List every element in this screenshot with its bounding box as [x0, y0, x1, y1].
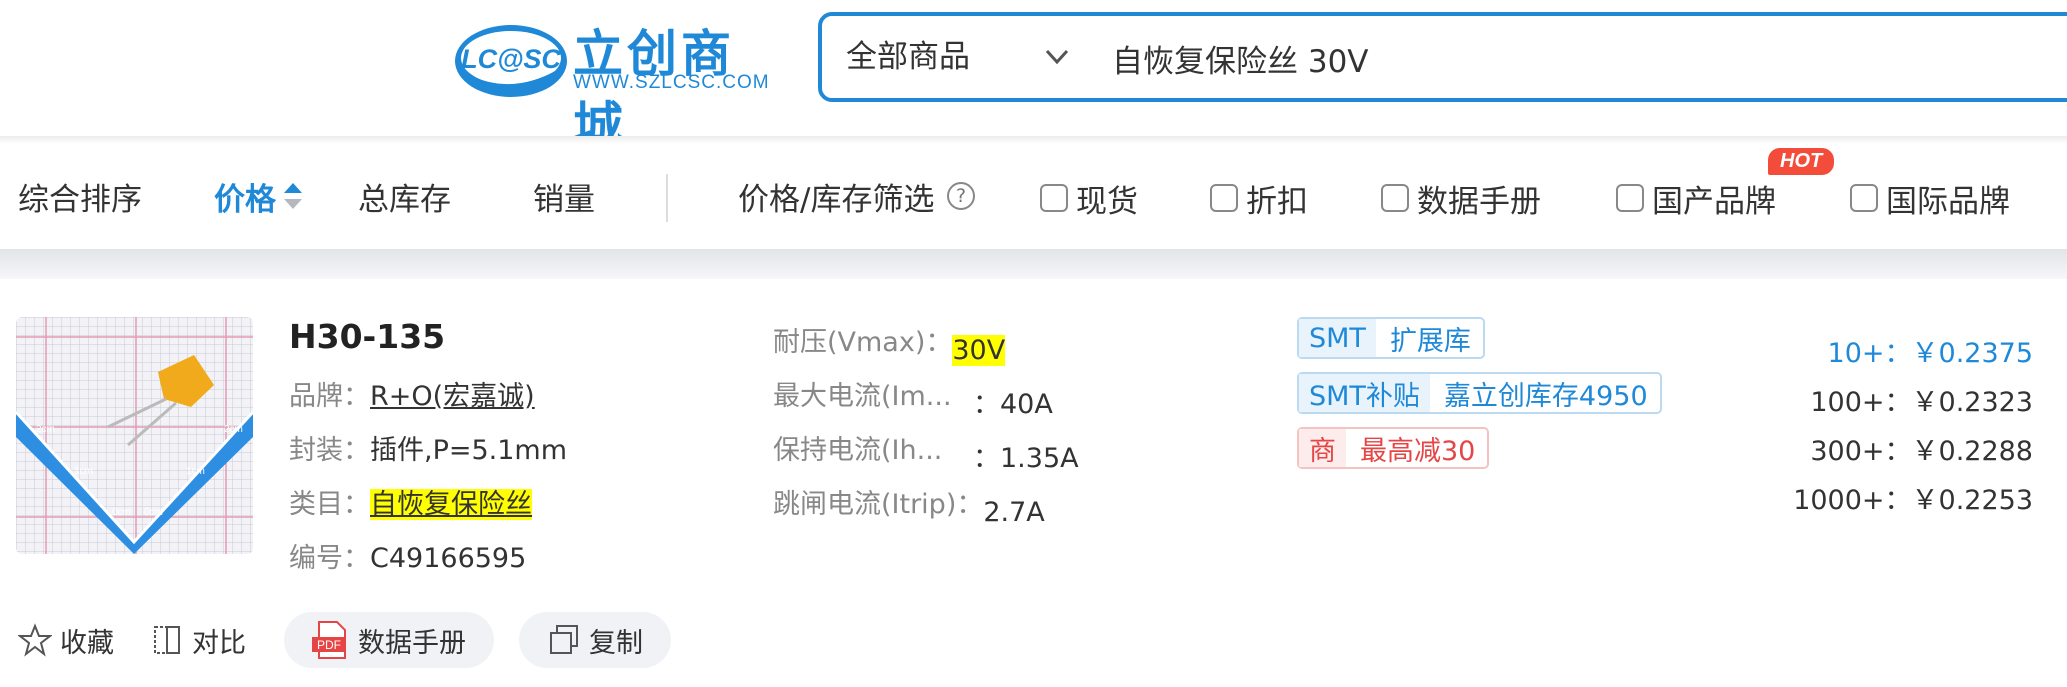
smt-extended-tag[interactable]: SMT 扩展库 [1297, 317, 1485, 359]
compare-label: 对比 [192, 627, 246, 659]
tag-type: SMT [1299, 319, 1376, 357]
scale-label: 2cm [224, 424, 243, 435]
star-icon [18, 623, 52, 657]
sort-sales[interactable]: 销量 [533, 174, 595, 219]
scale-label: 0cm [144, 507, 163, 518]
filter-domestic-brand[interactable]: 国产品牌 [1616, 178, 1776, 220]
filter-datasheet[interactable]: 数据手册 [1381, 178, 1541, 220]
favorite-label: 收藏 [60, 627, 114, 659]
filter-in-stock-label: 现货 [1076, 183, 1138, 220]
param-value: ：40A [973, 389, 1053, 420]
header-shadow [0, 136, 2067, 144]
pdf-icon-text: PDF [317, 638, 341, 652]
checkbox-icon[interactable] [1040, 184, 1068, 212]
lcsc-logo-emblem-icon: LC@SC [455, 25, 567, 97]
param-label: 跳闸电流(Itrip)： [773, 489, 984, 520]
package-value: 插件,P=5.1mm [370, 435, 568, 466]
sort-total-stock[interactable]: 总库存 [358, 174, 451, 219]
code-row: 编号：C49166595 [289, 536, 526, 575]
site-header: LC@SC 立创商城 WWW.SZLCSC.COM 全部商品 [0, 0, 2067, 155]
checkbox-icon[interactable] [1850, 184, 1878, 212]
chevron-down-icon[interactable] [1040, 40, 1074, 74]
tag-text: 扩展库 [1389, 325, 1471, 357]
sort-filter-bar: 综合排序 价格 总库存 销量 价格/库存筛选 ? 现货 折扣 数据手册 国产品牌… [0, 144, 2067, 249]
checkbox-icon[interactable] [1210, 184, 1238, 212]
package-row: 封装：插件,P=5.1mm [289, 428, 567, 467]
brand-label: 品牌： [289, 381, 370, 412]
filter-domestic-brand-label: 国产品牌 [1652, 183, 1776, 220]
param-value: 2.7A [983, 497, 1045, 528]
product-image-icon: 2cm 1cm 0cm 0cm 1cm 2cm [16, 317, 253, 554]
scale-label: 2cm [36, 424, 55, 435]
scale-label: 1cm [186, 466, 205, 477]
datasheet-button[interactable]: PDF 数据手册 [284, 612, 494, 668]
category-select[interactable]: 全部商品 [846, 16, 970, 98]
code-value[interactable]: C49166595 [370, 543, 526, 574]
help-icon[interactable]: ? [947, 182, 975, 210]
sort-comprehensive[interactable]: 综合排序 [18, 174, 142, 219]
tag-type: SMT补贴 [1299, 374, 1430, 412]
search-input[interactable] [1110, 26, 2014, 90]
brand-row: 品牌：R+O(宏嘉诚) [289, 374, 535, 413]
param-vmax: 耐压(Vmax)：30V [773, 320, 1006, 366]
filter-datasheet-label: 数据手册 [1417, 183, 1541, 220]
compare-icon [154, 626, 180, 654]
tag-text: 嘉立创库存4950 [1443, 380, 1648, 412]
category-row: 类目：自恢复保险丝 [289, 482, 532, 521]
copy-label: 复制 [589, 627, 643, 659]
site-logo[interactable]: LC@SC 立创商城 WWW.SZLCSC.COM [453, 14, 769, 155]
param-label: 保持电流(Ih... [773, 435, 943, 466]
brand-link[interactable]: R+O(宏嘉诚) [370, 381, 535, 412]
product-thumbnail[interactable]: 2cm 1cm 0cm 0cm 1cm 2cm [16, 317, 253, 554]
scale-label: 1cm [74, 466, 93, 477]
filter-international-brand[interactable]: 国际品牌 [1850, 178, 2010, 220]
price-tier-300: 300+：￥0.2288 [1810, 436, 2033, 467]
param-value: ：1.35A [973, 443, 1079, 474]
category-link[interactable]: 自恢复保险丝 [370, 489, 532, 520]
checkbox-icon[interactable] [1616, 184, 1644, 212]
product-card: 2cm 1cm 0cm 0cm 1cm 2cm H30-135 品牌：R+O(宏… [0, 279, 2067, 687]
pdf-icon: PDF [312, 621, 346, 659]
tag-type: 商 [1299, 429, 1346, 467]
price-stock-filter-label[interactable]: 价格/库存筛选 [738, 174, 934, 219]
filter-in-stock[interactable]: 现货 [1040, 178, 1138, 220]
param-ihold: 保持电流(Ih... ：1.35A [773, 428, 1079, 475]
package-label: 封装： [289, 435, 370, 466]
copy-icon [550, 625, 578, 654]
logo-emblem-text: LC@SC [461, 44, 561, 74]
sort-price[interactable]: 价格 [214, 174, 276, 219]
sort-arrows-icon[interactable] [283, 181, 303, 211]
search-box: 全部商品 [818, 12, 2067, 102]
section-divider-band [0, 249, 2067, 279]
hot-badge: HOT [1768, 148, 1835, 175]
tag-text: 最高减30 [1360, 435, 1476, 467]
param-label: 耐压(Vmax)： [773, 327, 953, 358]
price-tier-10: 10+：￥0.2375 [1827, 338, 2033, 369]
discount-tag[interactable]: 商最高减30 [1297, 427, 1490, 469]
filter-discount[interactable]: 折扣 [1210, 178, 1308, 220]
copy-button[interactable]: 复制 [519, 612, 671, 668]
scale-label: 0cm [112, 507, 131, 518]
product-name[interactable]: H30-135 [289, 317, 445, 356]
logo-url: WWW.SZLCSC.COM [573, 72, 770, 93]
param-imax: 最大电流(Im... ：40A [773, 374, 1053, 421]
price-tier-1000: 1000+：￥0.2253 [1793, 485, 2033, 516]
param-itrip: 跳闸电流(Itrip)：2.7A [773, 482, 1045, 528]
param-value: 30V [952, 335, 1006, 366]
filter-international-brand-label: 国际品牌 [1886, 183, 2010, 220]
param-label: 最大电流(Im... [773, 381, 952, 412]
category-label: 类目： [289, 489, 370, 520]
checkbox-icon[interactable] [1381, 184, 1409, 212]
price-tier-100: 100+：￥0.2323 [1810, 387, 2033, 418]
compare-button[interactable]: 对比 [152, 612, 246, 668]
filter-discount-label: 折扣 [1246, 183, 1308, 220]
divider [666, 174, 668, 222]
favorite-button[interactable]: 收藏 [18, 612, 114, 668]
code-label: 编号： [289, 543, 370, 574]
datasheet-label: 数据手册 [358, 627, 466, 659]
smt-subsidy-tag[interactable]: SMT补贴 嘉立创库存4950 [1297, 372, 1662, 414]
